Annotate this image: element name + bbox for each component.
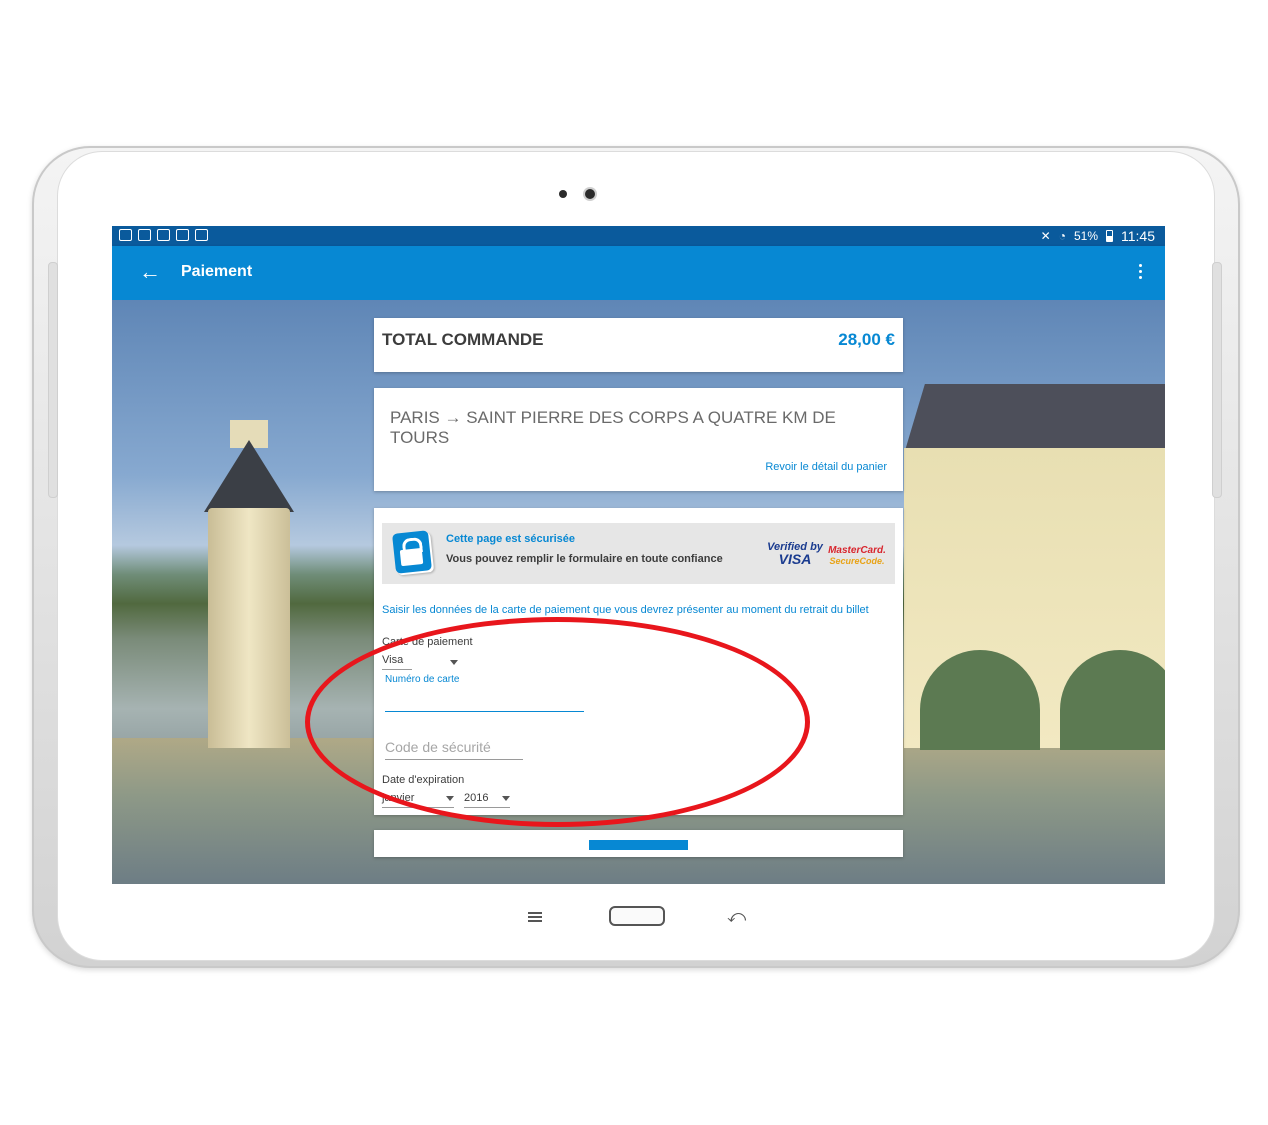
overflow-menu-icon[interactable] [1139,264,1143,282]
clock: 11:45 [1121,228,1155,244]
hardware-menu-key[interactable] [526,910,544,924]
photo-castle-roof [904,384,1165,454]
battery-icon [1106,230,1113,242]
screen: ✕ ◔ 51% 11:45 ← Paiement TOTAL COMMANDE … [112,226,1165,884]
status-right: ✕ ◔ 51% 11:45 [1041,228,1155,244]
card-number-input[interactable] [385,688,584,712]
battery-level: 51% [1073,229,1098,243]
clipboard-icon [176,229,189,241]
expiry-year-select[interactable]: 2016 [464,790,510,808]
order-total-card: TOTAL COMMANDE 28,00 € [374,318,903,372]
security-text: Vous pouvez remplir le formulaire en tou… [446,553,723,565]
expiry-month-value: janvier [382,792,415,804]
verified-by-visa-logo: Verified by VISA [767,541,823,567]
form-instructions: Saisir les données de la carte de paieme… [382,604,869,616]
expiry-label: Date d'expiration [382,774,465,786]
mastercard-securecode-logo: MasterCard. SecureCode. [828,545,886,566]
hardware-back-key[interactable]: ⤺ [727,906,746,926]
security-title: Cette page est sécurisée [446,533,576,545]
camera-sensor [559,190,567,198]
security-banner: Cette page est sécurisée Vous pouvez rem… [382,523,895,584]
card-type-label: Carte de paiement [382,636,473,648]
image-icon [119,229,132,241]
expiry-month-select[interactable]: janvier [382,790,454,808]
clipboard-check-icon [157,229,170,241]
security-code-input[interactable] [385,734,523,760]
progress-bar [589,840,688,850]
photo-tower-roof [204,440,294,512]
lock-icon [392,530,432,574]
mute-icon: ✕ [1040,229,1051,243]
total-amount: 28,00 € [838,330,895,349]
trip-title: PARIS → SAINT PIERRE DES CORPS A QUATRE … [390,408,836,447]
back-arrow-icon[interactable]: ← [139,259,161,285]
status-bar: ✕ ◔ 51% 11:45 [112,226,1165,246]
page-title: Paiement [181,263,253,280]
payment-form-card: Cette page est sécurisée Vous pouvez rem… [374,508,903,815]
cart-detail-link[interactable]: Revoir le détail du panier [765,461,887,473]
trip-card: PARIS → SAINT PIERRE DES CORPS A QUATRE … [374,388,903,491]
wifi-icon: ◔ [1058,229,1066,243]
hardware-home-button[interactable] [609,906,665,926]
card-type-select[interactable]: Visa [382,652,412,670]
chevron-down-icon [502,796,510,801]
expiry-year-value: 2016 [464,792,489,804]
front-camera [585,189,595,199]
photo-tower [208,508,290,748]
card-number-label: Numéro de carte [385,674,460,685]
dropbox-icon [138,229,151,241]
clipboard-icon [195,229,208,241]
chevron-down-icon[interactable] [450,660,458,665]
stage: ⤺ ✕ ◔ 51% 11:45 ← Paiement TOTAL COMMAND… [0,0,1268,1125]
side-button-left [48,262,58,498]
side-button-right [1212,262,1222,498]
app-bar: ← Paiement [112,246,1165,300]
card-type-value: Visa [382,654,404,666]
total-label: TOTAL COMMANDE [382,330,544,349]
chevron-down-icon [446,796,454,801]
notification-icons [119,229,208,241]
